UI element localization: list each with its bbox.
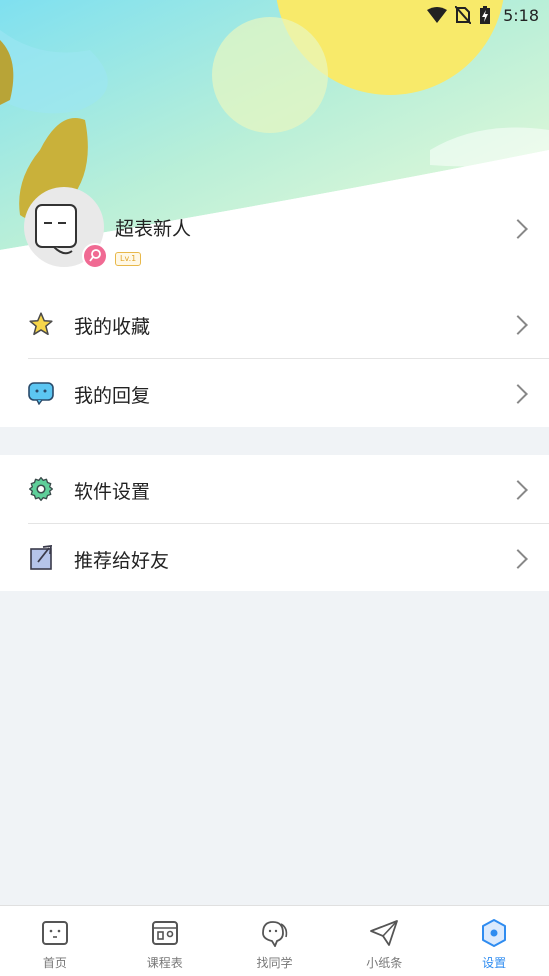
tab-find-classmates[interactable]: 找同学	[220, 906, 330, 976]
menu-item-software-settings[interactable]: 软件设置	[0, 455, 549, 523]
profile-row[interactable]: 超表新人 Lv.1	[0, 180, 549, 280]
menu-item-label: 推荐给好友	[74, 550, 170, 572]
tab-label: 设置	[482, 956, 507, 970]
tab-home[interactable]: 首页	[0, 906, 110, 976]
paper-plane-icon	[369, 918, 399, 948]
status-time: 5:18	[503, 5, 539, 25]
chevron-right-icon	[508, 384, 528, 404]
no-sim-icon	[455, 6, 472, 24]
tab-label: 小纸条	[366, 956, 403, 970]
home-face-icon	[40, 918, 70, 948]
tab-label: 课程表	[146, 956, 183, 970]
chevron-right-icon	[508, 480, 528, 500]
tab-notes[interactable]: 小纸条	[329, 906, 439, 976]
status-bar: 5:18	[0, 0, 549, 30]
settings-hexagon-icon	[479, 918, 509, 948]
profile-header: 5:18 超表新人 Lv.1	[0, 0, 549, 290]
star-icon	[28, 311, 54, 337]
menu-item-label: 软件设置	[74, 481, 151, 503]
chevron-right-icon	[508, 315, 528, 335]
schedule-icon	[150, 918, 180, 948]
menu-item-replies[interactable]: 我的回复	[0, 359, 549, 427]
username: 超表新人	[115, 218, 192, 240]
menu-item-label: 我的回复	[74, 385, 151, 407]
tab-schedule[interactable]: 课程表	[110, 906, 220, 976]
tab-settings[interactable]: 设置	[439, 906, 549, 976]
female-gender-icon	[82, 243, 108, 269]
wifi-icon	[427, 7, 448, 23]
level-badge: Lv.1	[115, 252, 142, 266]
chevron-right-icon	[508, 219, 528, 239]
menu-group-settings: 软件设置 推荐给好友	[0, 455, 549, 591]
menu-group-personal: 我的收藏 我的回复	[0, 290, 549, 427]
menu-item-recommend[interactable]: 推荐给好友	[0, 524, 549, 592]
chevron-right-icon	[508, 549, 528, 569]
menu-item-favorites[interactable]: 我的收藏	[0, 290, 549, 358]
classmates-icon	[259, 918, 289, 948]
tab-label: 首页	[42, 956, 67, 970]
gear-icon	[28, 476, 54, 502]
bottom-tab-bar: 首页 课程表 找同学 小纸条 设置	[0, 905, 549, 976]
tab-label: 找同学	[256, 956, 293, 970]
share-icon	[28, 545, 54, 571]
battery-charging-icon	[480, 6, 491, 24]
chat-bubble-icon	[28, 380, 54, 406]
menu-item-label: 我的收藏	[74, 316, 151, 338]
